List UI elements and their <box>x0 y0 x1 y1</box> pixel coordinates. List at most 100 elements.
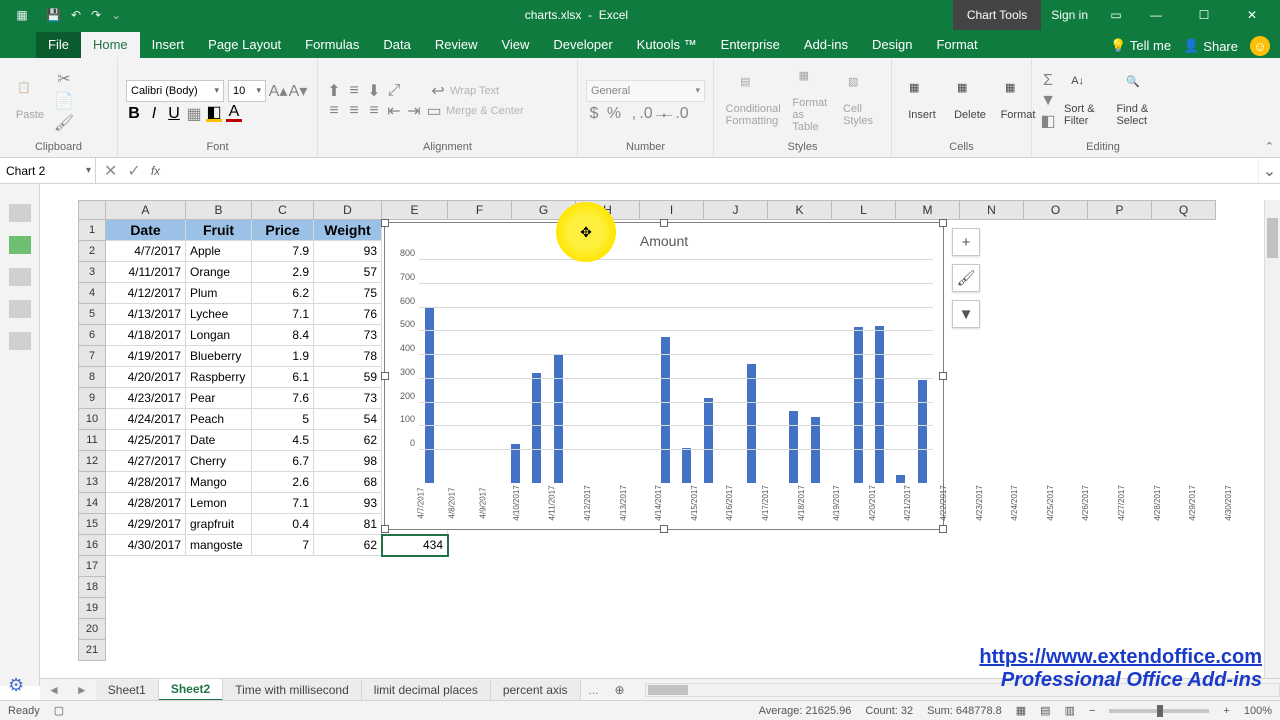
row-header-13[interactable]: 13 <box>78 472 106 493</box>
format-as-table-button[interactable]: ▦Format as Table <box>788 67 835 135</box>
cell[interactable]: 2.6 <box>252 472 314 493</box>
zoom-in-icon[interactable]: + <box>1223 705 1229 717</box>
settings-gear-icon[interactable]: ⚙ <box>8 675 24 696</box>
cell-styles-button[interactable]: ▧Cell Styles <box>839 73 883 129</box>
merge-center-button[interactable]: Merge & Center <box>446 105 524 117</box>
row-header-21[interactable]: 21 <box>78 640 106 661</box>
select-all-triangle[interactable] <box>78 200 106 220</box>
close-button[interactable]: ✕ <box>1230 0 1274 30</box>
cell[interactable]: 4/25/2017 <box>106 430 186 451</box>
row-header-9[interactable]: 9 <box>78 388 106 409</box>
cell[interactable]: 73 <box>314 325 382 346</box>
collapse-ribbon-icon[interactable]: ⌃ <box>1265 140 1274 153</box>
cell[interactable]: Cherry <box>186 451 252 472</box>
tab-insert[interactable]: Insert <box>140 32 197 58</box>
italic-icon[interactable]: I <box>146 106 162 122</box>
sheet-nav-prev[interactable]: ◄ <box>40 683 68 697</box>
cell[interactable]: 68 <box>314 472 382 493</box>
cell[interactable]: 0.4 <box>252 514 314 535</box>
minimize-button[interactable]: — <box>1134 0 1178 30</box>
cell[interactable]: 4/19/2017 <box>106 346 186 367</box>
row-header-10[interactable]: 10 <box>78 409 106 430</box>
view-normal-icon[interactable]: ▦ <box>1016 704 1026 717</box>
row-header-15[interactable]: 15 <box>78 514 106 535</box>
underline-icon[interactable]: U <box>166 106 182 122</box>
view-page-icon[interactable]: ▤ <box>1040 704 1050 717</box>
wrap-text-button[interactable]: Wrap Text <box>450 85 499 97</box>
font-color-icon[interactable]: A <box>226 106 242 122</box>
chart-title[interactable]: Amount <box>391 229 937 249</box>
paste-button[interactable]: 📋Paste <box>8 79 52 123</box>
find-select-button[interactable]: 🔍Find & Select <box>1112 73 1166 129</box>
row-header-11[interactable]: 11 <box>78 430 106 451</box>
cell[interactable]: 78 <box>314 346 382 367</box>
zoom-level[interactable]: 100% <box>1244 705 1272 717</box>
col-header-L[interactable]: L <box>832 200 896 220</box>
sheet-tab-percent[interactable]: percent axis <box>491 680 581 700</box>
row-header-7[interactable]: 7 <box>78 346 106 367</box>
dec-decimal-icon[interactable]: ←.0 <box>666 106 682 122</box>
cell[interactable]: 76 <box>314 304 382 325</box>
side-btn-2[interactable] <box>9 236 31 254</box>
cell[interactable]: Plum <box>186 283 252 304</box>
shrink-font-icon[interactable]: A▾ <box>290 83 306 99</box>
align-middle-icon[interactable]: ≡ <box>346 83 362 99</box>
bold-icon[interactable]: B <box>126 106 142 122</box>
sheet-tabs-more[interactable]: ... <box>581 683 607 697</box>
indent-inc-icon[interactable]: ⇥ <box>406 103 422 119</box>
clear-icon[interactable]: ◧ <box>1040 113 1056 129</box>
cell[interactable]: Date <box>186 430 252 451</box>
merge-icon[interactable]: ▭ <box>426 103 442 119</box>
cell[interactable]: Weight <box>314 220 382 241</box>
zoom-out-icon[interactable]: − <box>1089 705 1095 717</box>
row-header-5[interactable]: 5 <box>78 304 106 325</box>
embedded-chart[interactable]: Amount 0100200300400500600700800 4/7/201… <box>384 222 944 530</box>
col-header-K[interactable]: K <box>768 200 832 220</box>
cell[interactable]: 6.7 <box>252 451 314 472</box>
side-btn-4[interactable] <box>9 300 31 318</box>
cell[interactable]: 54 <box>314 409 382 430</box>
row-header-17[interactable]: 17 <box>78 556 106 577</box>
ribbon-options-icon[interactable]: ▭ <box>1102 1 1130 29</box>
cell[interactable]: 1.9 <box>252 346 314 367</box>
cell[interactable]: 59 <box>314 367 382 388</box>
view-break-icon[interactable]: ▥ <box>1065 704 1075 717</box>
chart-elements-button[interactable]: + <box>952 228 980 256</box>
font-size-select[interactable]: 10▾ <box>228 80 266 102</box>
cell[interactable]: 4/11/2017 <box>106 262 186 283</box>
sign-in-link[interactable]: Sign in <box>1041 8 1098 22</box>
col-header-A[interactable]: A <box>106 200 186 220</box>
redo-icon[interactable]: ↷ <box>91 8 101 22</box>
cell[interactable]: 4/13/2017 <box>106 304 186 325</box>
cell[interactable]: 8.4 <box>252 325 314 346</box>
sheet-tab-time[interactable]: Time with millisecond <box>223 680 362 700</box>
cell[interactable]: 4/30/2017 <box>106 535 186 556</box>
tab-developer[interactable]: Developer <box>541 32 624 58</box>
delete-cells-button[interactable]: ▦Delete <box>948 79 992 123</box>
row-header-4[interactable]: 4 <box>78 283 106 304</box>
fx-icon[interactable]: fx <box>151 164 160 178</box>
name-box[interactable]: Chart 2▾ <box>0 158 96 183</box>
cell[interactable]: 7.1 <box>252 493 314 514</box>
cell[interactable]: 4/28/2017 <box>106 493 186 514</box>
font-name-select[interactable]: Calibri (Body)▾ <box>126 80 224 102</box>
row-header-18[interactable]: 18 <box>78 577 106 598</box>
sheet-nav-next[interactable]: ► <box>68 683 96 697</box>
zoom-slider[interactable] <box>1109 709 1209 713</box>
tab-data[interactable]: Data <box>371 32 422 58</box>
save-icon[interactable]: 💾 <box>46 8 61 22</box>
tab-file[interactable]: File <box>36 32 81 58</box>
cell[interactable]: 62 <box>314 535 382 556</box>
row-header-8[interactable]: 8 <box>78 367 106 388</box>
border-icon[interactable]: ▦ <box>186 106 202 122</box>
cell[interactable]: Raspberry <box>186 367 252 388</box>
cell[interactable]: Lychee <box>186 304 252 325</box>
wrap-text-icon[interactable]: ↩ <box>430 83 446 99</box>
cell[interactable]: 6.1 <box>252 367 314 388</box>
side-btn-5[interactable] <box>9 332 31 350</box>
cell[interactable]: 4/7/2017 <box>106 241 186 262</box>
new-sheet-button[interactable]: ⊕ <box>607 683 633 697</box>
row-header-3[interactable]: 3 <box>78 262 106 283</box>
cell[interactable]: 4/24/2017 <box>106 409 186 430</box>
cell[interactable]: 4/29/2017 <box>106 514 186 535</box>
